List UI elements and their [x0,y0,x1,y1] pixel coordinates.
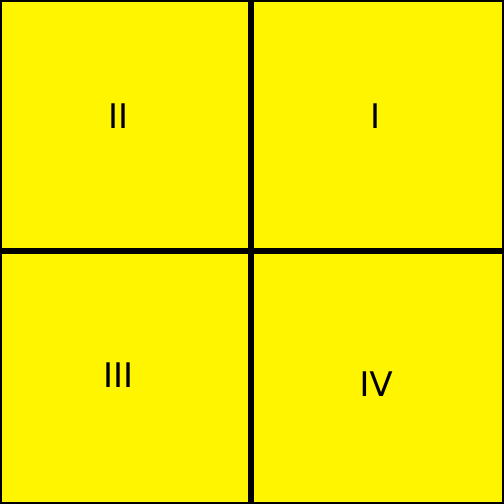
quadrant-bottom-left: III [2,254,248,502]
quadrant-bottom-right: IV [254,254,502,502]
quadrant-top-right: I [254,2,502,248]
quadrant-top-left: II [2,2,248,248]
quadrant-label-iv: IV [359,365,393,405]
quadrant-label-iii: III [102,356,134,396]
quadrant-label-ii: II [107,97,129,137]
quadrant-grid: II I III IV [0,0,504,504]
quadrant-label-i: I [369,97,381,137]
